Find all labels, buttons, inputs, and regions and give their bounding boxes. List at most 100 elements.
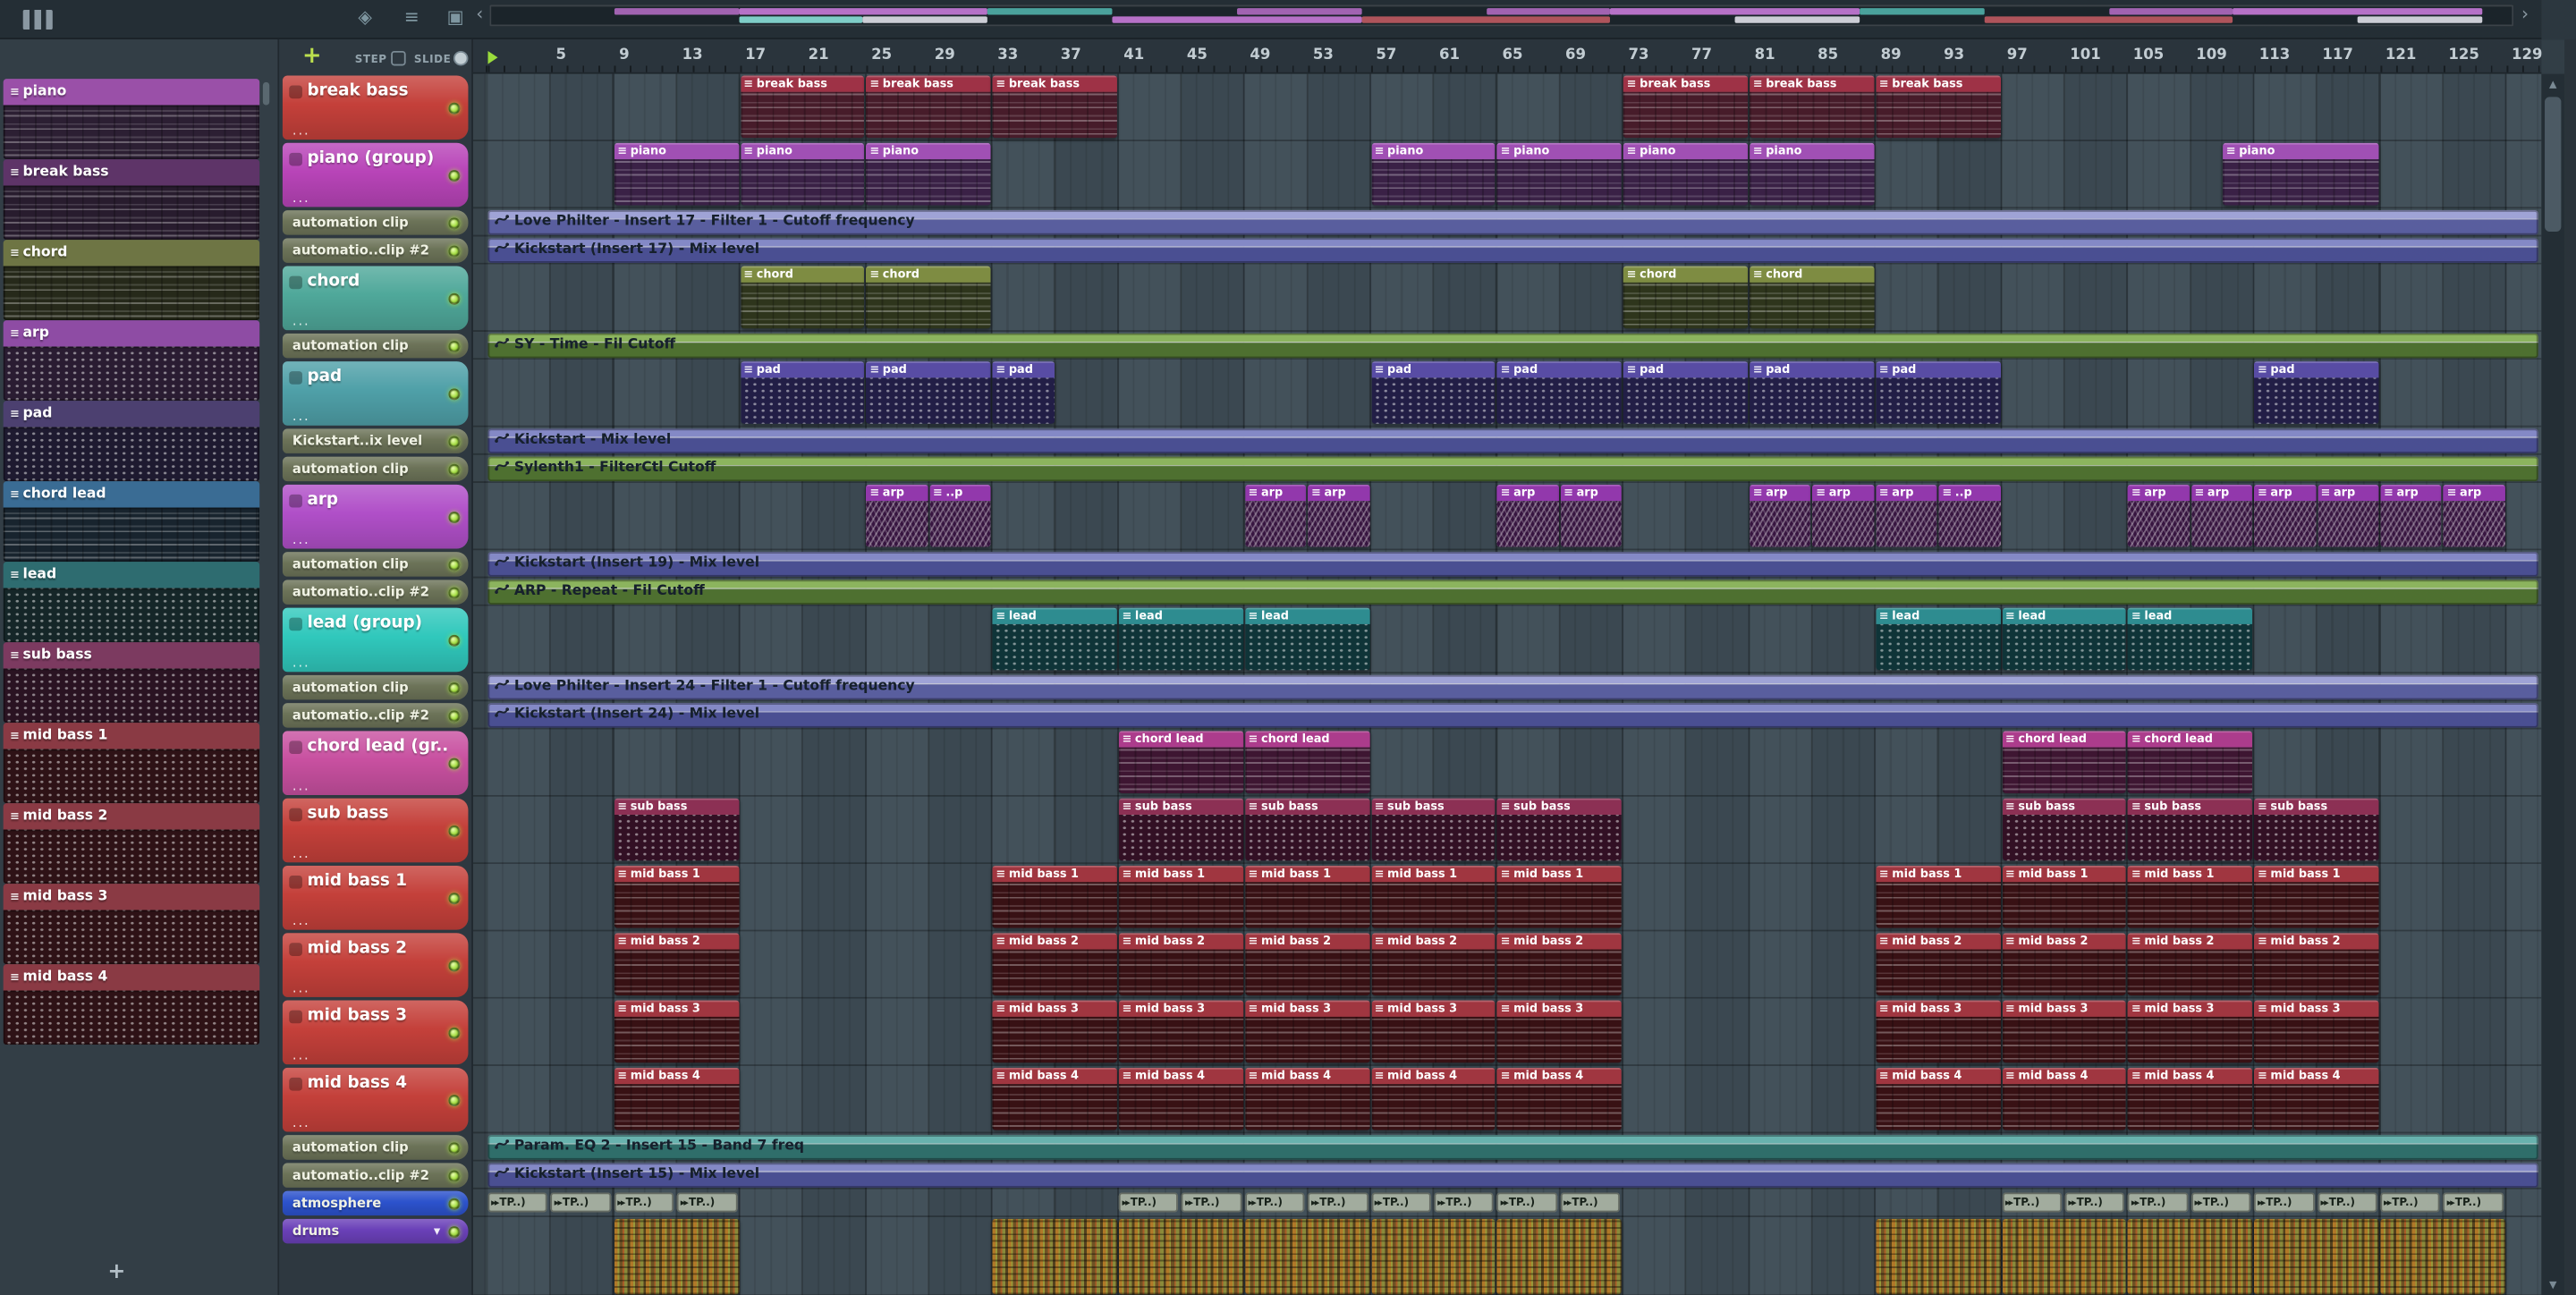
pattern-item-mid-bass-4[interactable]: ≡ mid bass 4 xyxy=(3,964,260,1045)
pattern-clip-chord[interactable]: ≡ chord xyxy=(740,266,865,329)
pattern-clip-mid-bass-4[interactable]: ≡ mid bass 4 xyxy=(992,1067,1117,1130)
mute-led[interactable] xyxy=(448,216,461,229)
pattern-clip-pad[interactable]: ≡ pad xyxy=(1876,361,2001,424)
playlist-row-arp[interactable]: ≡ arp ≡ ..p ≡ arp ≡ arp ≡ arp ≡ arp ≡ arp ≡ arp ≡ arp ≡ ..p… xyxy=(473,483,2541,550)
pattern-clip-mid-bass-2[interactable]: ≡ mid bass 2 xyxy=(992,933,1117,996)
pattern-clip-drums[interactable] xyxy=(2254,1218,2379,1295)
vertical-scrollbar[interactable]: ▲ ▼ xyxy=(2541,73,2565,1295)
mute-led[interactable] xyxy=(448,1225,461,1238)
mute-led[interactable] xyxy=(448,101,461,114)
mute-led[interactable] xyxy=(448,825,461,836)
pattern-clip-drums[interactable] xyxy=(1370,1218,1496,1295)
pattern-clip-mid-bass-2[interactable]: ≡ mid bass 2 xyxy=(1876,933,2001,996)
pattern-clip-mid-bass-4[interactable]: ≡ mid bass 4 xyxy=(1876,1067,2001,1130)
pattern-clip-break-bass[interactable]: ≡ break bass xyxy=(740,75,865,139)
audio-clip[interactable]: ▸▸ TP..) xyxy=(1308,1192,1368,1213)
slide-tool-icon[interactable]: ≡ xyxy=(404,6,419,28)
pattern-clip-drums[interactable] xyxy=(1876,1218,2001,1295)
track-header-automation-clip[interactable]: automation clip xyxy=(282,456,469,482)
playlist-row-break-bass[interactable]: ≡ break bass ≡ break bass ≡ break bass ≡ break … xyxy=(473,74,2541,141)
pattern-clip-piano[interactable]: ≡ piano xyxy=(866,142,991,206)
pattern-clip-mid-bass-4[interactable]: ≡ mid bass 4 xyxy=(2002,1067,2127,1130)
mute-led[interactable] xyxy=(448,387,461,400)
automation-clip[interactable]: Love Philter - Insert 24 - Filter 1 - Cu… xyxy=(487,674,2538,700)
pattern-clip-piano[interactable]: ≡ piano xyxy=(1623,142,1749,206)
pattern-clip-p[interactable]: ≡ ..p xyxy=(1938,484,2001,547)
pattern-clip-lead[interactable]: ≡ lead xyxy=(2002,607,2127,671)
playlist-row-automatio-clip-2[interactable]: ARP - Repeat - Fil Cutoff xyxy=(473,579,2541,606)
pattern-clip-arp[interactable]: ≡ arp xyxy=(1560,484,1623,547)
pattern-item-mid-bass-3[interactable]: ≡ mid bass 3 xyxy=(3,884,260,965)
pattern-clip-pad[interactable]: ≡ pad xyxy=(1370,361,1496,424)
playlist-row-kickstart-ix-level[interactable]: Kickstart - Mix level xyxy=(473,427,2541,455)
playlist-row-automation-clip[interactable]: Love Philter - Insert 17 - Filter 1 - Cu… xyxy=(473,208,2541,236)
mute-led[interactable] xyxy=(448,511,461,523)
pattern-clip-lead[interactable]: ≡ lead xyxy=(1118,607,1244,671)
audio-clip[interactable]: ▸▸ TP..) xyxy=(2002,1192,2063,1213)
pattern-clip-arp[interactable]: ≡ arp xyxy=(1496,484,1559,547)
scroll-down-icon[interactable]: ▼ xyxy=(2541,1280,2564,1291)
playlist-row-atmosphere[interactable]: ▸▸ TP..) ▸▸ TP..) ▸▸ TP..) ▸▸ TP..) ▸▸ TP..) ▸▸ TP.… xyxy=(473,1189,2541,1217)
track-header-pad[interactable]: pad... xyxy=(282,361,469,426)
pattern-clip-sub-bass[interactable]: ≡ sub bass xyxy=(1496,798,1623,861)
pattern-clip-drums[interactable] xyxy=(1244,1218,1370,1295)
automation-clip[interactable]: Kickstart (Insert 24) - Mix level xyxy=(487,703,2538,728)
pattern-clip-mid-bass-1[interactable]: ≡ mid bass 1 xyxy=(1244,865,1370,928)
playlist-row-mid-bass-4[interactable]: ≡ mid bass 4 ≡ mid bass 4 ≡ mid bass 4 ≡ mid ba… xyxy=(473,1066,2541,1133)
mute-led[interactable] xyxy=(448,959,461,971)
audio-clip[interactable]: ▸▸ TP..) xyxy=(2064,1192,2125,1213)
pattern-clip-piano[interactable]: ≡ piano xyxy=(740,142,865,206)
pattern-clip-mid-bass-4[interactable]: ≡ mid bass 4 xyxy=(614,1067,739,1130)
pattern-clip-piano[interactable]: ≡ piano xyxy=(614,142,739,206)
track-header-kickstart-ix-level[interactable]: Kickstart..ix level xyxy=(282,428,469,453)
pattern-clip-lead[interactable]: ≡ lead xyxy=(1244,607,1370,671)
pattern-clip-arp[interactable]: ≡ arp xyxy=(2317,484,2379,547)
pattern-clip-arp[interactable]: ≡ arp xyxy=(1750,484,1811,547)
mute-led[interactable] xyxy=(448,169,461,182)
playlist-grid-icon[interactable] xyxy=(22,10,53,30)
audio-clip[interactable]: ▸▸ TP..) xyxy=(1182,1192,1242,1213)
pattern-clip-arp[interactable]: ≡ arp xyxy=(1812,484,1875,547)
chevron-down-icon[interactable]: ▾ xyxy=(434,1219,440,1244)
playlist-row-automation-clip[interactable]: Love Philter - Insert 24 - Filter 1 - Cu… xyxy=(473,673,2541,701)
automation-clip[interactable]: Kickstart (Insert 17) - Mix level xyxy=(487,238,2538,263)
playlist-row-automatio-clip-2[interactable]: Kickstart (Insert 15) - Mix level xyxy=(473,1162,2541,1189)
automation-clip[interactable]: Kickstart (Insert 19) - Mix level xyxy=(487,552,2538,577)
pattern-clip-arp[interactable]: ≡ arp xyxy=(2380,484,2443,547)
track-header-break-bass[interactable]: break bass... xyxy=(282,75,469,140)
pattern-clip-sub-bass[interactable]: ≡ sub bass xyxy=(614,798,739,861)
pattern-scrollbar[interactable] xyxy=(262,81,270,106)
pattern-clip-arp[interactable]: ≡ arp xyxy=(2443,484,2505,547)
pattern-clip-mid-bass-2[interactable]: ≡ mid bass 2 xyxy=(1496,933,1623,996)
pattern-clip-mid-bass-3[interactable]: ≡ mid bass 3 xyxy=(1370,1000,1496,1063)
pattern-clip-pad[interactable]: ≡ pad xyxy=(866,361,991,424)
pattern-clip-drums[interactable] xyxy=(614,1218,739,1295)
pattern-clip-mid-bass-1[interactable]: ≡ mid bass 1 xyxy=(2128,865,2253,928)
automation-clip[interactable]: Sylenth1 - FilterCtl Cutoff xyxy=(487,456,2538,482)
pattern-clip-drums[interactable] xyxy=(1118,1218,1244,1295)
pattern-clip-lead[interactable]: ≡ lead xyxy=(2128,607,2253,671)
add-pattern-button[interactable]: + xyxy=(102,1260,131,1285)
playlist-row-chord-lead-gr[interactable]: ≡ chord lead ≡ chord lead ≡ chord lead ≡ chord … xyxy=(473,729,2541,796)
pattern-item-mid-bass-2[interactable]: ≡ mid bass 2 xyxy=(3,803,260,884)
playlist-row-chord[interactable]: ≡ chord ≡ chord ≡ chord ≡ chord xyxy=(473,265,2541,332)
mute-led[interactable] xyxy=(448,1169,461,1181)
audio-clip[interactable]: ▸▸ TP..) xyxy=(2380,1192,2441,1213)
mute-led[interactable] xyxy=(448,340,461,352)
mute-led[interactable] xyxy=(448,892,461,904)
scrollbar-thumb[interactable] xyxy=(2545,97,2562,232)
pattern-clip-mid-bass-1[interactable]: ≡ mid bass 1 xyxy=(2002,865,2127,928)
pattern-item-pad[interactable]: ≡ pad xyxy=(3,401,260,482)
pattern-clip-drums[interactable] xyxy=(2002,1218,2127,1295)
pattern-clip-mid-bass-3[interactable]: ≡ mid bass 3 xyxy=(1876,1000,2001,1063)
pattern-clip-sub-bass[interactable]: ≡ sub bass xyxy=(1244,798,1370,861)
pattern-clip-mid-bass-3[interactable]: ≡ mid bass 3 xyxy=(992,1000,1117,1063)
track-header-automation-clip[interactable]: automation clip xyxy=(282,552,469,577)
automation-clip[interactable]: ARP - Repeat - Fil Cutoff xyxy=(487,580,2538,605)
pattern-clip-pad[interactable]: ≡ pad xyxy=(1750,361,1875,424)
pattern-clip-piano[interactable]: ≡ piano xyxy=(1370,142,1496,206)
pattern-clip-chord[interactable]: ≡ chord xyxy=(866,266,991,329)
playlist-row-automatio-clip-2[interactable]: Kickstart (Insert 17) - Mix level xyxy=(473,236,2541,264)
pattern-item-sub-bass[interactable]: ≡ sub bass xyxy=(3,642,260,724)
pattern-clip-arp[interactable]: ≡ arp xyxy=(2128,484,2190,547)
